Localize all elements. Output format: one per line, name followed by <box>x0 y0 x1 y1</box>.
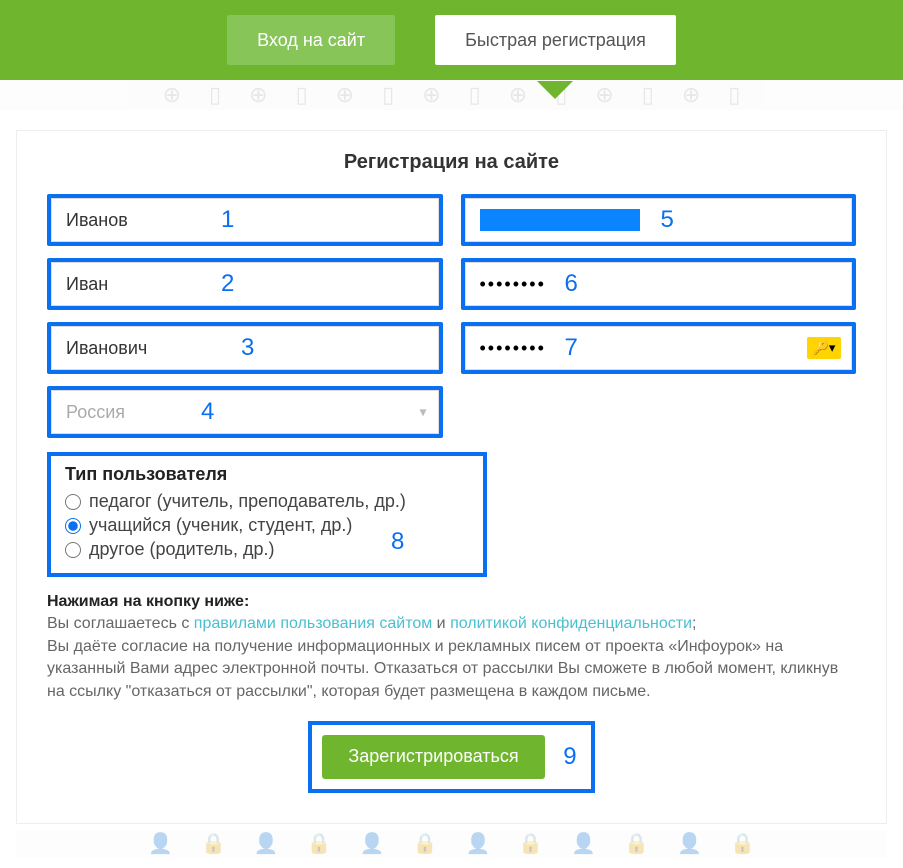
active-tab-arrow-icon <box>537 81 573 99</box>
password2-input[interactable] <box>480 338 802 359</box>
link-privacy[interactable]: политикой конфиденциальности <box>450 615 692 632</box>
name-wrap: 2 <box>47 258 443 310</box>
radio-other-input[interactable] <box>65 542 81 558</box>
legal-p1b: и <box>432 615 450 632</box>
legal-p1a: Вы соглашаетесь с <box>47 615 194 632</box>
page: Регистрация на сайте 1 2 3 ▾ <box>0 110 903 868</box>
password2-wrap: 🔑▾ 7 <box>461 322 857 374</box>
radio-teacher-label: педагог (учитель, преподаватель, др.) <box>89 491 406 512</box>
submit-button[interactable]: Зарегистрироваться <box>322 735 544 779</box>
radio-teacher-input[interactable] <box>65 494 81 510</box>
col-left: 1 2 3 ▾ 4 <box>47 194 443 438</box>
email-wrap: 5 <box>461 194 857 246</box>
topbar: Вход на сайт Быстрая регистрация <box>0 0 903 80</box>
col-right: 5 6 🔑▾ 7 <box>461 194 857 438</box>
radio-other-label: другое (родитель, др.) <box>89 539 275 560</box>
patronymic-wrap: 3 <box>47 322 443 374</box>
radio-student[interactable]: учащийся (ученик, студент, др.) <box>65 515 469 536</box>
deco-strip-bottom: 👤🔒👤🔒👤🔒👤🔒👤🔒👤🔒 <box>16 830 887 858</box>
submit-wrap: Зарегистрироваться 9 <box>47 721 856 793</box>
submit-highlight: Зарегистрироваться 9 <box>308 721 594 793</box>
surname-wrap: 1 <box>47 194 443 246</box>
radio-teacher[interactable]: педагог (учитель, преподаватель, др.) <box>65 491 469 512</box>
tab-register-label: Быстрая регистрация <box>465 30 646 50</box>
radio-student-label: учащийся (ученик, студент, др.) <box>89 515 352 536</box>
name-input[interactable] <box>51 262 439 306</box>
form-title: Регистрация на сайте <box>47 151 856 174</box>
password-wrap: 6 <box>461 258 857 310</box>
legal-lead: Нажимая на кнопку ниже: <box>47 593 249 610</box>
deco-strip-top: ⊕▯⊕▯⊕▯⊕▯⊕▯⊕▯⊕▯ <box>0 80 903 110</box>
registration-card: Регистрация на сайте 1 2 3 ▾ <box>16 130 887 824</box>
radio-student-input[interactable] <box>65 518 81 534</box>
password-input[interactable] <box>480 274 842 295</box>
link-rules[interactable]: правилами пользования сайтом <box>194 615 432 632</box>
email-selection-highlight <box>480 209 640 231</box>
tab-register[interactable]: Быстрая регистрация <box>435 15 676 65</box>
legal-p2: Вы даёте согласие на получение информаци… <box>47 638 838 700</box>
legal-text: Нажимая на кнопку ниже: Вы соглашаетесь … <box>47 591 856 703</box>
email-input[interactable] <box>465 198 853 242</box>
form-columns: 1 2 3 ▾ 4 <box>47 194 856 438</box>
user-type-title: Тип пользователя <box>65 464 469 485</box>
annot-9: 9 <box>563 743 576 771</box>
radio-other[interactable]: другое (родитель, др.) <box>65 539 469 560</box>
country-select[interactable] <box>51 390 439 434</box>
key-icon[interactable]: 🔑▾ <box>807 337 841 359</box>
country-wrap: ▾ 4 <box>47 386 443 438</box>
surname-input[interactable] <box>51 198 439 242</box>
legal-p1c: ; <box>692 615 696 632</box>
tab-login[interactable]: Вход на сайт <box>227 15 395 65</box>
user-type-box: Тип пользователя педагог (учитель, препо… <box>47 452 487 577</box>
patronymic-input[interactable] <box>51 326 439 370</box>
